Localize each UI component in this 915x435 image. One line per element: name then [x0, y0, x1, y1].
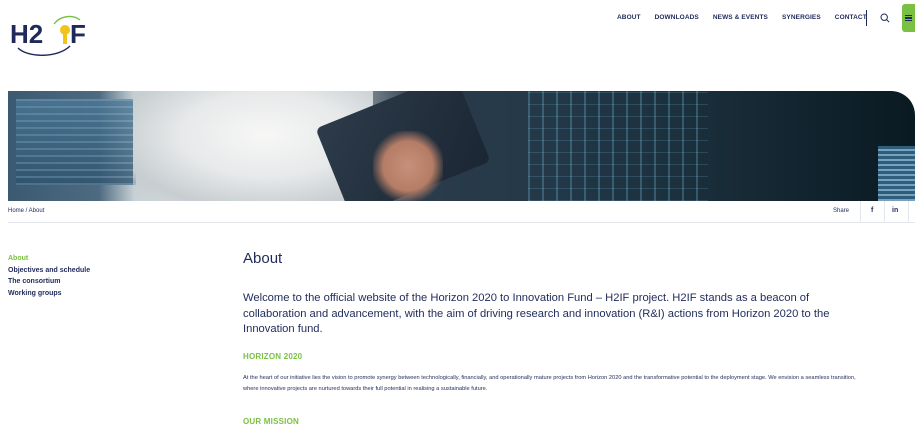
sidebar-item-objectives[interactable]: Objectives and schedule — [8, 265, 90, 277]
hamburger-icon — [905, 14, 912, 23]
intro-text: Welcome to the official website of the H… — [243, 292, 830, 335]
facebook-icon[interactable]: f — [871, 207, 873, 214]
breadcrumb[interactable]: Home / About — [8, 208, 44, 214]
section-heading-horizon: HORIZON 2020 — [243, 351, 303, 361]
section-heading-mission: OUR MISSION — [243, 416, 299, 426]
main-nav: ABOUT DOWNLOADS NEWS & EVENTS SYNERGIES … — [610, 12, 874, 24]
sidebar-item-working-groups[interactable]: Working groups — [8, 288, 90, 300]
sidebar: About Objectives and schedule The consor… — [8, 253, 90, 299]
section-text-horizon: At the heart of our initiative lies the … — [243, 374, 856, 392]
search-button[interactable] — [876, 9, 894, 27]
nav-about[interactable]: ABOUT — [610, 12, 648, 24]
search-icon — [880, 13, 890, 23]
nav-synergies[interactable]: SYNERGIES — [775, 12, 828, 24]
nav-divider — [866, 10, 867, 26]
share-label: Share — [833, 208, 850, 214]
svg-text:F: F — [70, 19, 86, 49]
breadcrumb-bar: Home / About Share f in — [8, 201, 915, 223]
menu-button[interactable] — [902, 4, 915, 32]
nav-news-events[interactable]: NEWS & EVENTS — [706, 12, 775, 24]
sidebar-item-consortium[interactable]: The consortium — [8, 276, 90, 288]
svg-text:H2: H2 — [10, 19, 43, 49]
linkedin-icon[interactable]: in — [892, 207, 898, 214]
sidebar-item-about[interactable]: About — [8, 253, 90, 265]
hero-banner — [8, 91, 915, 201]
h2if-logo[interactable]: H2 F — [8, 10, 94, 58]
nav-downloads[interactable]: DOWNLOADS — [648, 12, 706, 24]
main-content: About Welcome to the official website of… — [243, 250, 863, 426]
page-title: About — [243, 250, 283, 267]
